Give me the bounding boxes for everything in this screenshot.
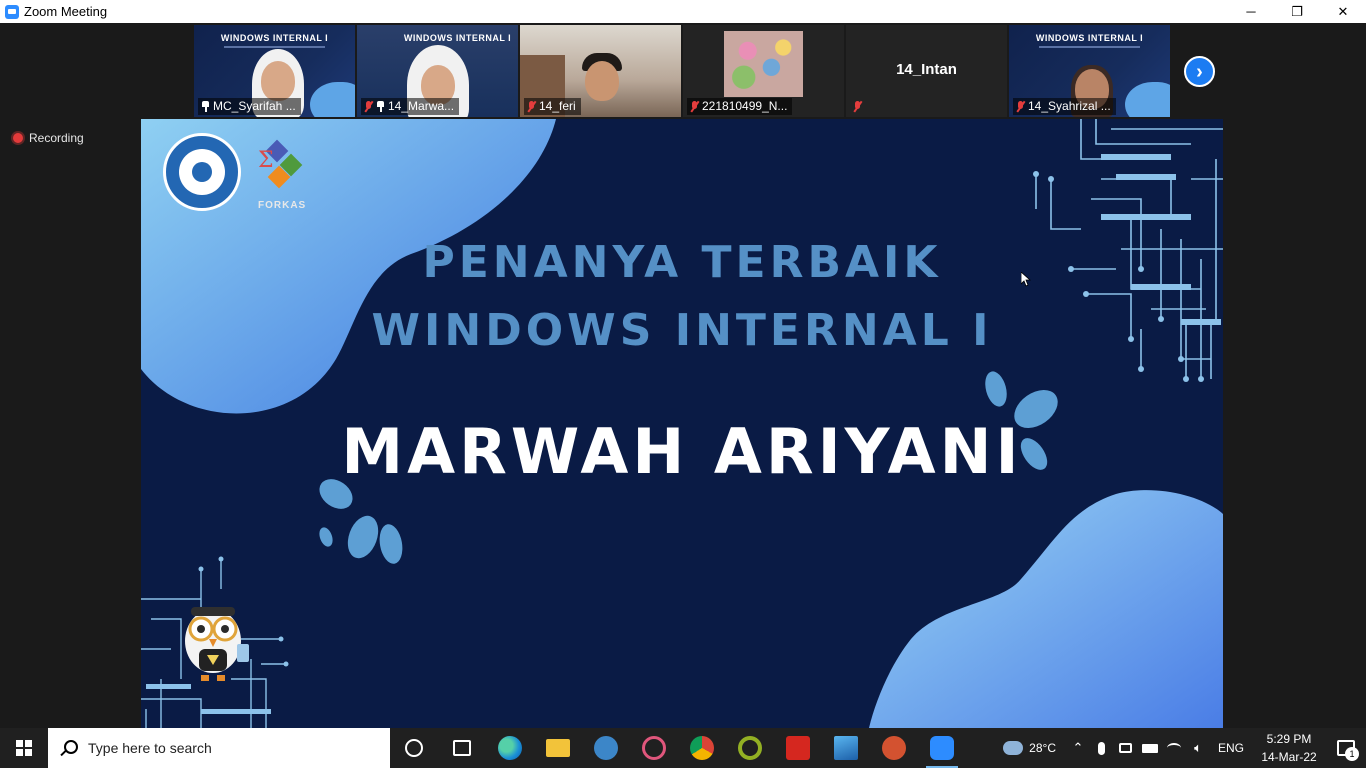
window-title: Zoom Meeting <box>24 4 108 19</box>
clock-time: 5:29 PM <box>1266 732 1312 746</box>
cortana-icon[interactable] <box>390 728 438 768</box>
microphone-icon[interactable] <box>1090 728 1114 768</box>
calculator-icon[interactable] <box>582 728 630 768</box>
participant-video[interactable]: WINDOWS INTERNAL I MC_Syarifah ... <box>194 25 355 117</box>
slide-subheading: WINDOWS INTERNAL I <box>371 305 993 356</box>
language-indicator[interactable]: ENG <box>1218 741 1244 755</box>
chevron-right-icon: › <box>1196 60 1203 83</box>
file-explorer-icon[interactable] <box>534 728 582 768</box>
taskbar-apps <box>390 728 966 768</box>
participant-name-label: 14_feri <box>524 98 581 115</box>
participant-video[interactable]: 14_feri <box>520 25 681 117</box>
mic-muted-icon <box>1016 101 1025 112</box>
camera-icon[interactable] <box>1114 728 1138 768</box>
thumb-slide-title: WINDOWS INTERNAL I <box>220 33 329 43</box>
shared-screen[interactable]: Σ FORKAS PENANYA TERBAIK WINDOWS INTERNA… <box>141 119 1223 728</box>
weather-widget[interactable]: 28°C <box>1003 741 1056 755</box>
edge-icon[interactable] <box>486 728 534 768</box>
slide-heading: PENANYA TERBAIK <box>422 237 942 288</box>
thumb-slide-title: WINDOWS INTERNAL I <box>403 33 512 43</box>
clock[interactable]: 5:29 PM 14-Mar-22 <box>1252 730 1326 766</box>
thumb-slide-title: WINDOWS INTERNAL I <box>1035 33 1144 43</box>
cloud-rain-icon <box>1003 741 1024 755</box>
photos-icon[interactable] <box>822 728 870 768</box>
mic-muted-icon <box>364 101 373 112</box>
mic-muted-icon <box>690 101 699 112</box>
university-logo <box>163 133 241 211</box>
restore-button[interactable]: ❐ <box>1274 0 1320 23</box>
snipping-tool-icon[interactable] <box>630 728 678 768</box>
zoom-icon[interactable] <box>918 728 966 768</box>
mic-muted-icon <box>853 101 862 112</box>
participant-video[interactable]: 14_Intan <box>846 25 1007 117</box>
minimize-button[interactable]: ─ <box>1228 0 1274 23</box>
forkas-logo-text: FORKAS <box>258 200 307 211</box>
participant-strip: WINDOWS INTERNAL I MC_Syarifah ... WINDO… <box>194 25 1170 117</box>
acrobat-icon[interactable] <box>774 728 822 768</box>
recording-dot-icon <box>13 133 23 143</box>
notification-center-button[interactable]: 1 <box>1326 728 1366 768</box>
participant-video[interactable]: WINDOWS INTERNAL I 14_Marwa... <box>357 25 518 117</box>
wifi-icon[interactable] <box>1162 728 1186 768</box>
chrome-icon[interactable] <box>678 728 726 768</box>
task-view-icon[interactable] <box>438 728 486 768</box>
participant-face <box>261 61 295 101</box>
clock-date: 14-Mar-22 <box>1261 750 1317 764</box>
participant-name: 14_Syahrizal ... <box>1028 99 1111 113</box>
recording-label: Recording <box>29 131 84 145</box>
participant-video[interactable]: WINDOWS INTERNAL I 14_Syahrizal ... <box>1009 25 1170 117</box>
search-placeholder: Type here to search <box>88 740 212 756</box>
participant-name-label: 14_Marwa... <box>361 98 460 115</box>
qgis-icon[interactable] <box>726 728 774 768</box>
windows-logo-icon <box>16 740 32 756</box>
pin-icon <box>376 101 385 112</box>
participant-name-label: MC_Syarifah ... <box>198 98 301 115</box>
participant-name-label: 14_Syahrizal ... <box>1013 98 1116 115</box>
participant-name: MC_Syarifah ... <box>213 99 296 113</box>
mouse-cursor-icon <box>1021 272 1031 287</box>
meeting-area: WINDOWS INTERNAL I MC_Syarifah ... WINDO… <box>0 23 1366 728</box>
participant-name-label <box>850 98 867 115</box>
svg-text:Σ: Σ <box>258 148 274 173</box>
window-title-bar: Zoom Meeting ─ ❐ ✕ <box>0 0 1366 23</box>
participant-display-name: 14_Intan <box>896 61 957 78</box>
participant-name: 221810499_N... <box>702 99 788 113</box>
participant-video[interactable]: 221810499_N... <box>683 25 844 117</box>
next-participants-button[interactable]: › <box>1184 56 1215 87</box>
weather-temperature: 28°C <box>1029 741 1056 755</box>
speaker-icon[interactable]: 🔈︎ <box>1186 728 1210 768</box>
thumb-slide-subtitle <box>224 46 325 48</box>
slide-winner-name: MARWAH ARIYANI <box>341 415 1023 488</box>
participant-name: 14_feri <box>539 99 576 113</box>
participant-face <box>585 61 619 101</box>
chevron-up-icon[interactable]: ⌃ <box>1066 728 1090 768</box>
close-button[interactable]: ✕ <box>1320 0 1366 23</box>
pin-icon <box>201 101 210 112</box>
recording-indicator[interactable]: Recording <box>13 131 84 145</box>
zoom-app-icon <box>5 4 19 19</box>
notification-badge: 1 <box>1345 747 1359 761</box>
mic-muted-icon <box>527 101 536 112</box>
logo-emblem <box>179 149 225 195</box>
taskbar-search-box[interactable]: Type here to search <box>48 728 390 768</box>
search-icon <box>60 740 78 756</box>
participant-name-label: 221810499_N... <box>687 98 793 115</box>
windows-taskbar: Type here to search 28°C ⌃ 🔈︎ ENG 5:29 P… <box>0 728 1366 768</box>
battery-icon[interactable] <box>1138 728 1162 768</box>
powerpoint-icon[interactable] <box>870 728 918 768</box>
participant-picture <box>724 31 803 97</box>
system-tray: 28°C ⌃ 🔈︎ ENG 5:29 PM 14-Mar-22 1 <box>1003 728 1366 768</box>
thumb-slide-subtitle <box>1039 46 1140 48</box>
start-button[interactable] <box>0 728 48 768</box>
participant-name: 14_Marwa... <box>388 99 455 113</box>
